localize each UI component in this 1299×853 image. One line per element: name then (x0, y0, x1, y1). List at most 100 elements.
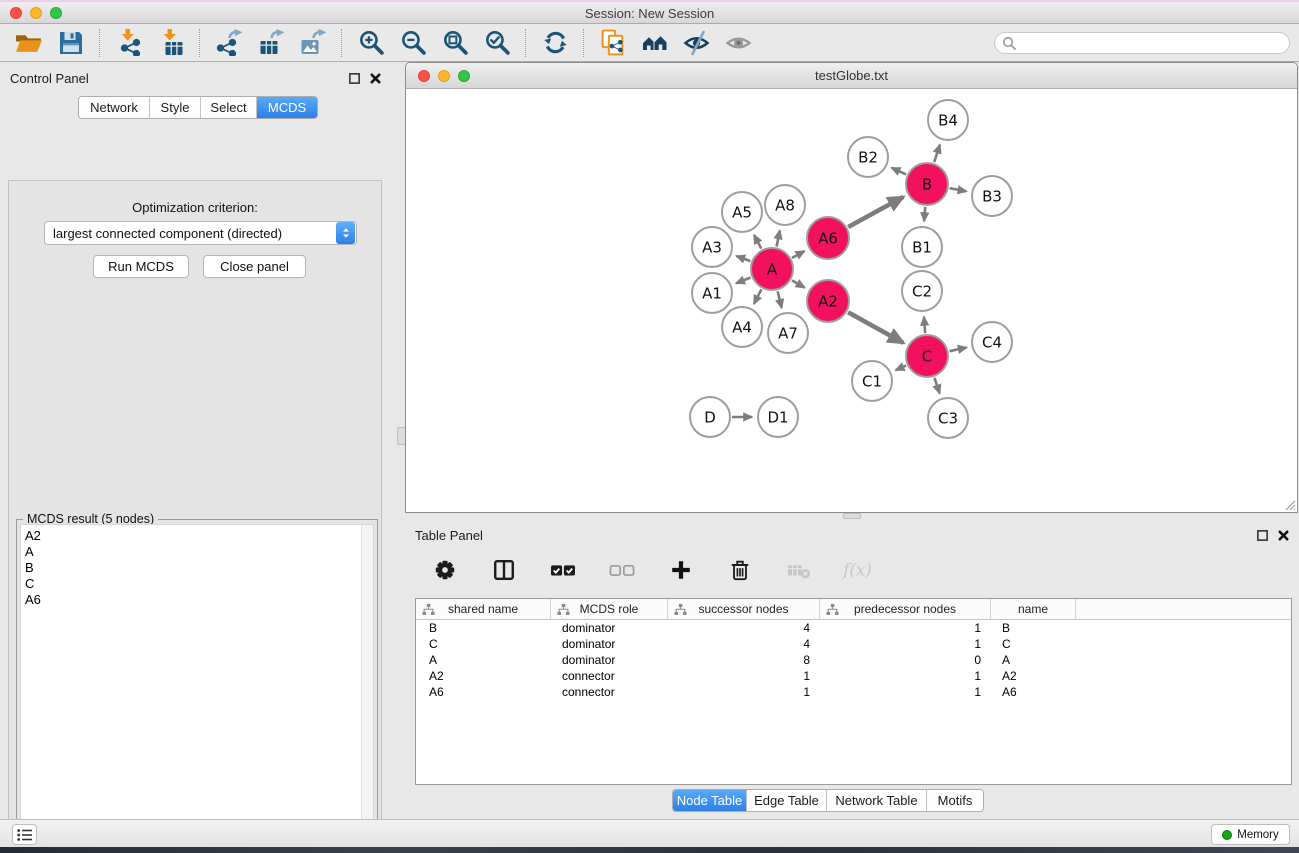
table-tab-edge-table[interactable]: Edge Table (747, 790, 827, 811)
graph-node-C2[interactable]: C2 (902, 271, 942, 311)
delete-button[interactable] (723, 554, 757, 586)
network-canvas[interactable]: AA1A2A3A4A5A6A7A8BB1B2B3B4CC1C2C3C4DD1 (406, 89, 1297, 512)
table-cell[interactable]: 4 (668, 621, 820, 635)
graph-node-A4[interactable]: A4 (722, 307, 762, 347)
table-cell[interactable]: 8 (668, 653, 820, 667)
mcds-result-item[interactable]: B (21, 560, 373, 576)
export-network-button[interactable] (212, 27, 246, 59)
graph-node-B2[interactable]: B2 (848, 137, 888, 177)
table-cell[interactable]: 1 (820, 621, 991, 635)
table-cell[interactable]: dominator (551, 653, 668, 667)
graph-node-C1[interactable]: C1 (852, 361, 892, 401)
search-input[interactable] (1020, 35, 1289, 51)
mcds-result-item[interactable]: C (21, 576, 373, 592)
table-tab-motifs[interactable]: Motifs (927, 790, 983, 811)
graph-node-A2[interactable]: A2 (807, 280, 849, 322)
table-cell[interactable]: 1 (820, 669, 991, 683)
graph-node-A1[interactable]: A1 (692, 273, 732, 313)
column-header-shared-name[interactable]: shared name (416, 599, 551, 619)
column-header-predecessor-nodes[interactable]: predecessor nodes (820, 599, 991, 619)
tab-select[interactable]: Select (201, 97, 257, 118)
table-cell[interactable]: 0 (820, 653, 991, 667)
table-tab-network-table[interactable]: Network Table (827, 790, 927, 811)
criterion-dropdown[interactable]: largest connected component (directed) (44, 221, 357, 245)
table-tab-node-table[interactable]: Node Table (673, 790, 747, 811)
table-row[interactable]: Cdominator41C (416, 636, 1291, 652)
zoom-fit-button[interactable] (438, 27, 472, 59)
close-panel-button[interactable] (368, 71, 383, 86)
network-from-file-button[interactable] (596, 27, 630, 59)
table-cell[interactable]: B (991, 621, 1076, 635)
graph-node-D[interactable]: D (690, 397, 730, 437)
graph-edge-A2-C[interactable] (848, 312, 903, 343)
table-cell[interactable]: dominator (551, 637, 668, 651)
network-window-titlebar[interactable]: testGlobe.txt (406, 63, 1297, 89)
resize-grip-icon[interactable] (1282, 497, 1296, 511)
table-row[interactable]: Adominator80A (416, 652, 1291, 668)
import-table-button[interactable] (154, 27, 188, 59)
add-button[interactable] (664, 554, 698, 586)
show-all-button[interactable] (722, 27, 756, 59)
table-cell[interactable]: A (991, 653, 1076, 667)
table-cell[interactable]: B (416, 621, 551, 635)
graph-node-C[interactable]: C (906, 335, 948, 377)
graph-node-C3[interactable]: C3 (928, 398, 968, 438)
table-cell[interactable]: connector (551, 669, 668, 683)
table-cell[interactable]: A6 (416, 685, 551, 699)
graph-edge-B-B1[interactable] (924, 207, 925, 221)
mcds-result-item[interactable]: A (21, 544, 373, 560)
table-cell[interactable]: A2 (991, 669, 1076, 683)
horizontal-splitter-handle[interactable] (843, 513, 861, 519)
graph-edge-C-C2[interactable] (924, 317, 925, 333)
memory-button[interactable]: Memory (1211, 824, 1290, 845)
graph-node-C4[interactable]: C4 (972, 322, 1012, 362)
run-mcds-button[interactable]: Run MCDS (93, 255, 189, 278)
table-cell[interactable]: connector (551, 685, 668, 699)
graph-node-A6[interactable]: A6 (807, 217, 849, 259)
table-cell[interactable]: A6 (991, 685, 1076, 699)
zoom-in-button[interactable] (354, 27, 388, 59)
graph-edge-A-A5[interactable] (754, 235, 761, 249)
graph-edge-C-C4[interactable] (950, 348, 967, 352)
save-session-button[interactable] (54, 27, 88, 59)
tab-style[interactable]: Style (150, 97, 201, 118)
refresh-button[interactable] (538, 27, 572, 59)
tab-network[interactable]: Network (79, 97, 150, 118)
graph-edge-A-A1[interactable] (736, 278, 751, 284)
graph-node-A8[interactable]: A8 (765, 185, 805, 225)
graph-edge-C-C3[interactable] (934, 378, 939, 394)
graph-node-A3[interactable]: A3 (692, 227, 732, 267)
graph-node-D1[interactable]: D1 (758, 397, 798, 437)
graph-node-B[interactable]: B (906, 163, 948, 205)
graph-node-A[interactable]: A (751, 248, 793, 290)
zoom-selected-button[interactable] (480, 27, 514, 59)
graph-edge-A-A2[interactable] (792, 280, 805, 287)
table-row[interactable]: A2connector11A2 (416, 668, 1291, 684)
graph-edge-A-A3[interactable] (736, 256, 750, 261)
import-network-button[interactable] (112, 27, 146, 59)
table-cell[interactable]: C (416, 637, 551, 651)
graph-edge-C-C1[interactable] (896, 366, 906, 371)
graph-edge-A-A6[interactable] (792, 251, 804, 258)
hide-selected-button[interactable] (680, 27, 714, 59)
table-row[interactable]: Bdominator41B (416, 620, 1291, 636)
column-header-successor-nodes[interactable]: successor nodes (668, 599, 820, 619)
graph-edge-B-B4[interactable] (934, 145, 940, 162)
table-close-button[interactable] (1276, 528, 1291, 543)
scrollbar-track[interactable] (361, 525, 373, 853)
table-cell[interactable]: A (416, 653, 551, 667)
graph-edge-A-A4[interactable] (754, 289, 762, 304)
open-session-button[interactable] (12, 27, 46, 59)
graph-node-B3[interactable]: B3 (972, 176, 1012, 216)
table-cell[interactable]: A2 (416, 669, 551, 683)
task-history-button[interactable] (12, 824, 37, 845)
deselect-all-button[interactable] (605, 554, 639, 586)
graph-node-A7[interactable]: A7 (768, 313, 808, 353)
graph-edge-B-B2[interactable] (892, 168, 907, 175)
tab-mcds[interactable]: MCDS (257, 97, 317, 118)
close-panel-bottom-button[interactable]: Close panel (203, 255, 306, 278)
column-header-name[interactable]: name (991, 599, 1076, 619)
table-cell[interactable]: 1 (668, 669, 820, 683)
graph-node-B1[interactable]: B1 (902, 227, 942, 267)
table-row[interactable]: A6connector11A6 (416, 684, 1291, 700)
